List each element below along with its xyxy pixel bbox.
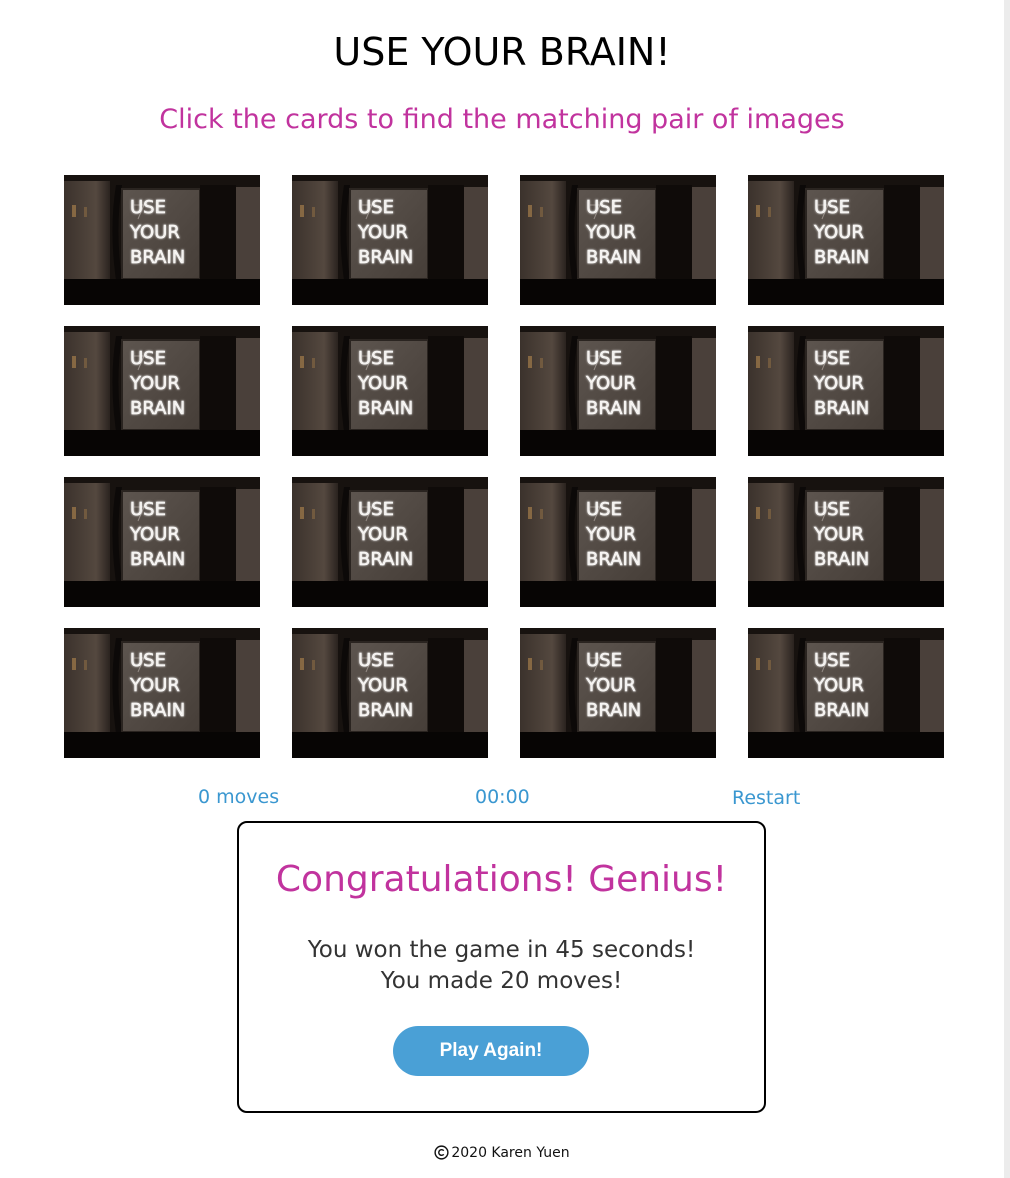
card-back-image: USE YOUR BRAIN <box>64 477 260 607</box>
card-back-word: YOUR <box>585 222 636 243</box>
card-back-word: USE <box>130 499 166 520</box>
card-back-word: YOUR <box>357 524 408 545</box>
card-back-image: USE YOUR BRAIN <box>292 326 488 456</box>
memory-card[interactable]: USE YOUR BRAIN <box>520 175 716 305</box>
card-back-word: BRAIN <box>814 700 869 721</box>
card-back-image: USE YOUR BRAIN <box>64 175 260 305</box>
modal-time-message: You won the game in 45 seconds! <box>307 937 696 963</box>
card-back-word: YOUR <box>129 222 180 243</box>
card-back-word: BRAIN <box>814 549 869 570</box>
card-back-word: YOUR <box>585 373 636 394</box>
card-back-word: BRAIN <box>814 398 869 419</box>
restart-button[interactable]: Restart <box>732 787 800 809</box>
memory-card[interactable]: USE YOUR BRAIN <box>64 628 260 758</box>
footer: 2020 Karen Yuen <box>0 1143 1004 1166</box>
card-back-word: USE <box>358 650 394 671</box>
card-back-word: BRAIN <box>130 700 185 721</box>
game-timer: 00:00 <box>475 786 530 808</box>
card-back-word: YOUR <box>357 675 408 696</box>
card-back-image: USE YOUR BRAIN <box>520 628 716 758</box>
play-again-button[interactable]: Play Again! <box>393 1026 589 1076</box>
congratulations-modal: Congratulations! Genius! You won the gam… <box>237 821 766 1113</box>
memory-card[interactable]: USE YOUR BRAIN <box>64 477 260 607</box>
card-back-word: BRAIN <box>586 549 641 570</box>
card-back-word: BRAIN <box>130 247 185 268</box>
memory-card[interactable]: USE YOUR BRAIN <box>292 477 488 607</box>
card-back-word: USE <box>814 197 850 218</box>
card-back-word: YOUR <box>813 524 864 545</box>
card-back-word: YOUR <box>813 675 864 696</box>
card-back-image: USE YOUR BRAIN <box>520 326 716 456</box>
card-back-word: YOUR <box>585 675 636 696</box>
card-back-word: BRAIN <box>586 398 641 419</box>
score-panel: 0 moves 00:00 Restart <box>0 786 1004 814</box>
memory-card[interactable]: USE YOUR BRAIN <box>748 326 944 456</box>
page-title: USE YOUR BRAIN! <box>333 30 671 74</box>
card-back-word: BRAIN <box>586 247 641 268</box>
card-back-word: BRAIN <box>358 247 413 268</box>
card-back-word: YOUR <box>129 373 180 394</box>
modal-title: Congratulations! Genius! <box>275 859 728 900</box>
card-grid: USE YOUR BRAIN USE YOUR BRAIN USE YOUR BRAIN USE Y… <box>64 175 944 758</box>
card-back-word: YOUR <box>585 524 636 545</box>
card-back-word: BRAIN <box>358 549 413 570</box>
card-back-word: USE <box>130 650 166 671</box>
copyright-icon <box>434 1145 449 1166</box>
card-back-word: YOUR <box>813 222 864 243</box>
card-back-word: YOUR <box>357 222 408 243</box>
card-back-image: USE YOUR BRAIN <box>292 175 488 305</box>
card-back-word: BRAIN <box>358 700 413 721</box>
memory-card[interactable]: USE YOUR BRAIN <box>64 326 260 456</box>
card-back-image: USE YOUR BRAIN <box>748 326 944 456</box>
memory-card[interactable]: USE YOUR BRAIN <box>520 326 716 456</box>
card-back-word: BRAIN <box>130 398 185 419</box>
memory-card[interactable]: USE YOUR BRAIN <box>748 477 944 607</box>
memory-card[interactable]: USE YOUR BRAIN <box>520 477 716 607</box>
card-back-word: BRAIN <box>358 398 413 419</box>
card-back-word: USE <box>586 348 622 369</box>
card-back-image: USE YOUR BRAIN <box>64 326 260 456</box>
card-back-word: USE <box>586 499 622 520</box>
card-back-word: YOUR <box>813 373 864 394</box>
card-back-word: USE <box>130 197 166 218</box>
card-back-image: USE YOUR BRAIN <box>292 477 488 607</box>
card-back-word: YOUR <box>357 373 408 394</box>
footer-text: 2020 Karen Yuen <box>451 1145 570 1161</box>
card-back-word: USE <box>814 499 850 520</box>
card-back-image: USE YOUR BRAIN <box>748 628 944 758</box>
card-back-image: USE YOUR BRAIN <box>748 477 944 607</box>
card-back-word: USE <box>586 197 622 218</box>
memory-card[interactable]: USE YOUR BRAIN <box>748 175 944 305</box>
card-back-word: YOUR <box>129 675 180 696</box>
card-back-word: USE <box>586 650 622 671</box>
card-back-word: USE <box>358 499 394 520</box>
card-back-word: USE <box>358 197 394 218</box>
memory-card[interactable]: USE YOUR BRAIN <box>748 628 944 758</box>
card-back-image: USE YOUR BRAIN <box>748 175 944 305</box>
modal-moves-message: You made 20 moves! <box>380 968 623 994</box>
memory-card[interactable]: USE YOUR BRAIN <box>292 326 488 456</box>
moves-counter: 0 moves <box>198 786 280 808</box>
card-back-word: BRAIN <box>814 247 869 268</box>
memory-card[interactable]: USE YOUR BRAIN <box>520 628 716 758</box>
page-subtitle: Click the cards to find the matching pai… <box>159 104 845 135</box>
card-back-word: USE <box>358 348 394 369</box>
card-back-image: USE YOUR BRAIN <box>520 477 716 607</box>
card-back-image: USE YOUR BRAIN <box>292 628 488 758</box>
memory-card[interactable]: USE YOUR BRAIN <box>292 175 488 305</box>
card-back-image: USE YOUR BRAIN <box>64 628 260 758</box>
memory-card[interactable]: USE YOUR BRAIN <box>64 175 260 305</box>
card-back-word: BRAIN <box>130 549 185 570</box>
memory-card[interactable]: USE YOUR BRAIN <box>292 628 488 758</box>
card-back-word: USE <box>814 650 850 671</box>
card-back-image: USE YOUR BRAIN <box>520 175 716 305</box>
scrollbar[interactable] <box>1004 0 1010 1178</box>
card-back-word: USE <box>814 348 850 369</box>
card-back-word: YOUR <box>129 524 180 545</box>
card-back-word: BRAIN <box>586 700 641 721</box>
card-back-word: USE <box>130 348 166 369</box>
